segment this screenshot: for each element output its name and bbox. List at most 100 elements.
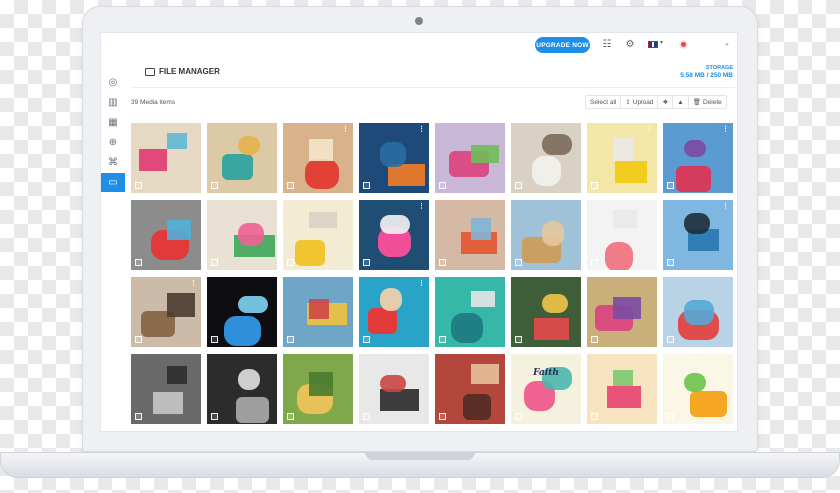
media-tile[interactable]: ⋮ (663, 200, 733, 270)
media-tile[interactable] (587, 277, 657, 347)
media-tile[interactable] (587, 200, 657, 270)
upgrade-button[interactable]: UPGRADE NOW (535, 37, 590, 53)
select-checkbox[interactable] (515, 182, 522, 189)
more-options-icon[interactable]: ⋮ (722, 202, 729, 210)
select-checkbox[interactable] (667, 182, 674, 189)
media-tile[interactable] (207, 123, 277, 193)
sliders-icon[interactable]: ☷ (601, 39, 613, 51)
avatar[interactable] (679, 40, 688, 49)
media-tile[interactable] (359, 354, 429, 424)
media-tile[interactable] (131, 123, 201, 193)
dropbox-button[interactable]: ❖ (658, 96, 674, 108)
media-tile[interactable]: ⋮ (131, 277, 201, 347)
media-tile[interactable] (663, 354, 733, 424)
language-flag-icon[interactable] (648, 41, 658, 48)
media-tile[interactable] (283, 200, 353, 270)
media-tile[interactable]: ⋮ (587, 123, 657, 193)
select-checkbox[interactable] (439, 336, 446, 343)
media-tile[interactable] (207, 200, 277, 270)
select-checkbox[interactable] (439, 413, 446, 420)
more-options-icon[interactable]: ⋮ (418, 279, 425, 287)
select-checkbox[interactable] (591, 259, 598, 266)
media-tile[interactable]: ⋮ (283, 123, 353, 193)
select-checkbox[interactable] (287, 413, 294, 420)
upload-button[interactable]: ⇪ Upload (621, 96, 659, 108)
image-shape (471, 218, 491, 240)
instagram-nav-item[interactable]: ◎ (101, 73, 125, 92)
camera-icon (415, 17, 423, 25)
media-tile[interactable] (435, 277, 505, 347)
select-checkbox[interactable] (287, 336, 294, 343)
select-checkbox[interactable] (667, 413, 674, 420)
select-checkbox[interactable] (135, 336, 142, 343)
calendar-icon: ▦ (108, 117, 118, 128)
media-tile[interactable] (207, 354, 277, 424)
media-tile[interactable] (435, 354, 505, 424)
bar-chart-nav-item[interactable]: ▥ (101, 93, 125, 112)
select-checkbox[interactable] (135, 413, 142, 420)
image-shape (380, 215, 410, 234)
select-checkbox[interactable] (363, 336, 370, 343)
media-tile[interactable] (511, 123, 581, 193)
google-drive-button[interactable]: ▲ (673, 96, 689, 108)
delete-button[interactable]: 🗑 Delete (689, 96, 726, 108)
select-checkbox[interactable] (363, 182, 370, 189)
select-checkbox[interactable] (211, 413, 218, 420)
gear-icon[interactable]: ⚙ (624, 39, 636, 51)
media-tile[interactable] (587, 354, 657, 424)
more-options-icon[interactable]: ⋮ (722, 125, 729, 133)
media-tile[interactable]: Faith (511, 354, 581, 424)
media-tile[interactable]: ⋮ (359, 200, 429, 270)
command-nav-item[interactable]: ⌘ (101, 153, 125, 172)
media-tile[interactable] (511, 277, 581, 347)
image-shape (534, 318, 569, 340)
select-checkbox[interactable] (363, 259, 370, 266)
more-options-icon[interactable]: ⋮ (418, 202, 425, 210)
more-options-icon[interactable]: ⋮ (646, 125, 653, 133)
chevron-down-icon[interactable]: ⌄ (724, 39, 730, 47)
media-tile[interactable] (131, 354, 201, 424)
chevron-down-icon[interactable]: ▾ (660, 39, 663, 46)
media-tile[interactable] (131, 200, 201, 270)
image-shape (613, 210, 637, 228)
select-checkbox[interactable] (211, 259, 218, 266)
page-title-text: FILE MANAGER (159, 67, 220, 76)
media-tile[interactable] (207, 277, 277, 347)
plus-circle-nav-item[interactable]: ⊕ (101, 133, 125, 152)
select-checkbox[interactable] (135, 259, 142, 266)
select-checkbox[interactable] (363, 413, 370, 420)
folder-nav-item[interactable]: ▭ (101, 173, 125, 192)
media-tile[interactable] (283, 354, 353, 424)
media-tile[interactable]: ⋮ (359, 123, 429, 193)
select-checkbox[interactable] (515, 413, 522, 420)
media-tile[interactable] (435, 200, 505, 270)
select-all-button[interactable]: Select all (586, 96, 622, 108)
select-checkbox[interactable] (211, 336, 218, 343)
more-options-icon[interactable]: ⋮ (418, 125, 425, 133)
media-tile[interactable] (663, 277, 733, 347)
select-checkbox[interactable] (591, 336, 598, 343)
select-checkbox[interactable] (591, 182, 598, 189)
divider (131, 87, 735, 88)
select-checkbox[interactable] (515, 259, 522, 266)
calendar-nav-item[interactable]: ▦ (101, 113, 125, 132)
media-tile[interactable]: ⋮ (663, 123, 733, 193)
select-checkbox[interactable] (135, 182, 142, 189)
media-tile[interactable] (511, 200, 581, 270)
select-checkbox[interactable] (667, 336, 674, 343)
media-tile[interactable] (435, 123, 505, 193)
media-tile[interactable] (283, 277, 353, 347)
select-checkbox[interactable] (439, 182, 446, 189)
select-checkbox[interactable] (667, 259, 674, 266)
image-shape (380, 142, 406, 167)
select-checkbox[interactable] (287, 182, 294, 189)
image-caption: Faith (533, 368, 559, 378)
media-tile[interactable]: ⋮ (359, 277, 429, 347)
select-checkbox[interactable] (515, 336, 522, 343)
select-checkbox[interactable] (211, 182, 218, 189)
more-options-icon[interactable]: ⋮ (190, 279, 197, 287)
select-checkbox[interactable] (439, 259, 446, 266)
select-checkbox[interactable] (287, 259, 294, 266)
select-checkbox[interactable] (591, 413, 598, 420)
more-options-icon[interactable]: ⋮ (342, 125, 349, 133)
